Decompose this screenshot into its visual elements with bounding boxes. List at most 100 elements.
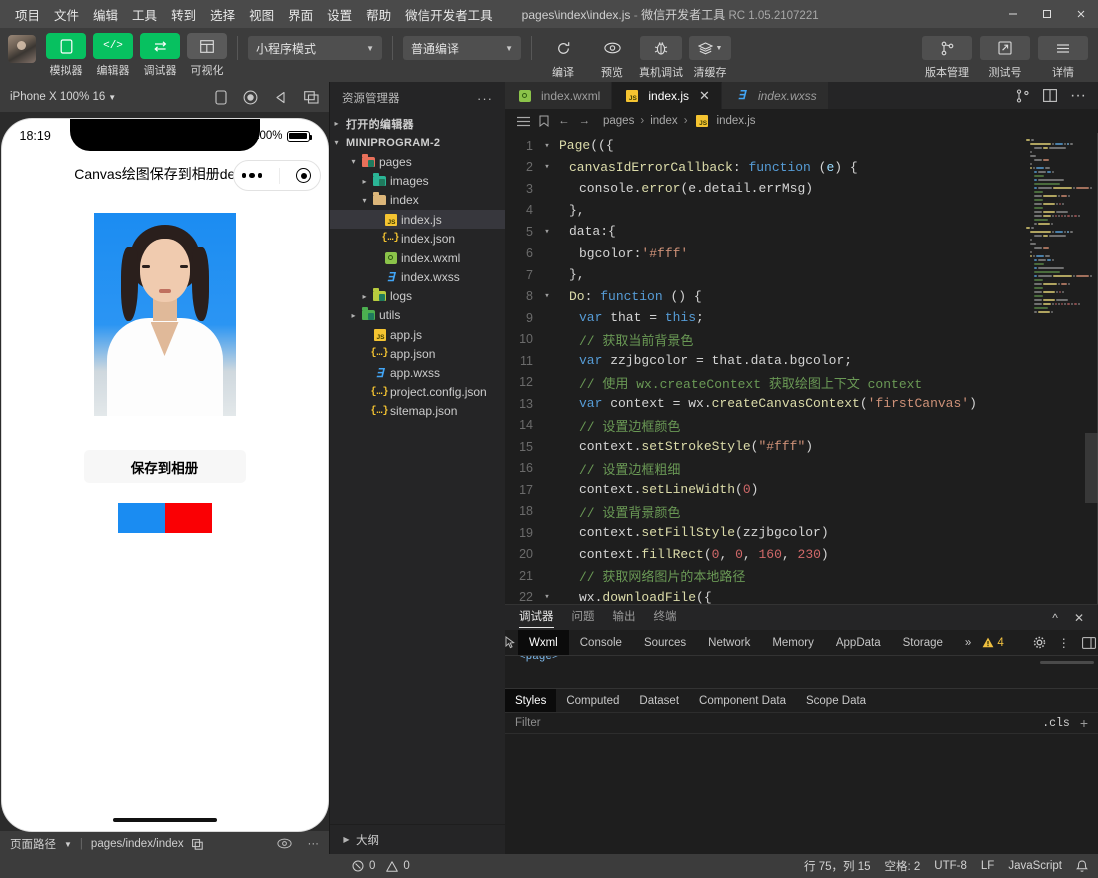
menu-item-5[interactable]: 选择: [203, 1, 242, 28]
toolbar-button-模拟器[interactable]: 模拟器: [46, 33, 86, 78]
more-icon[interactable]: [241, 172, 263, 179]
compare-icon[interactable]: [1016, 88, 1030, 103]
code-line-5[interactable]: 5 ▾ data:{: [505, 221, 1098, 243]
disclosure-icon[interactable]: ▸: [358, 292, 371, 301]
bell-icon[interactable]: [1076, 859, 1088, 873]
code-line-3[interactable]: 3 console.error(e.detail.errMsg): [505, 178, 1098, 200]
compile-select[interactable]: 普通编译 ▼: [403, 36, 521, 60]
nav-forward-icon[interactable]: →: [579, 115, 591, 127]
code-line-15[interactable]: 15 context.setStrokeStyle("#fff"): [505, 436, 1098, 458]
disclosure-icon[interactable]: ▸: [330, 119, 343, 128]
settings-gear-icon[interactable]: [1033, 636, 1046, 649]
explorer-more-icon[interactable]: ···: [477, 91, 493, 106]
capsule-buttons[interactable]: [232, 160, 321, 191]
editor-tab-index.wxss[interactable]: ∃ index.wxss: [721, 82, 829, 109]
toolbar-action-清缓存[interactable]: ▼ 清缓存: [689, 33, 731, 80]
menu-item-10[interactable]: 微信开发者工具: [398, 1, 500, 28]
disclosure-icon[interactable]: ▸: [347, 311, 360, 320]
styles-tab-Dataset[interactable]: Dataset: [629, 689, 689, 712]
devtools-tab-Network[interactable]: Network: [697, 630, 761, 655]
explorer-item-index[interactable]: ▾ index: [330, 191, 505, 210]
menu-item-4[interactable]: 转到: [164, 1, 203, 28]
explorer-item-index.js[interactable]: JS index.js: [330, 209, 505, 230]
devtools-overflow[interactable]: »: [954, 630, 982, 655]
window-icon[interactable]: [304, 90, 319, 104]
save-to-album-button[interactable]: 保存到相册: [83, 450, 246, 483]
breadcrumb-item-index[interactable]: index: [650, 115, 678, 127]
menu-item-1[interactable]: 文件: [47, 1, 86, 28]
code-line-14[interactable]: 14 // 设置边框颜色: [505, 415, 1098, 437]
inspect-element-icon[interactable]: [505, 630, 518, 655]
problems-indicator[interactable]: 0 0: [340, 860, 410, 872]
code-line-12[interactable]: 12 // 使用 wx.createContext 获取绘图上下文 context: [505, 372, 1098, 394]
explorer-item-project.config.json[interactable]: {…} project.config.json: [330, 383, 505, 402]
warning-badge[interactable]: 4: [982, 637, 1004, 649]
nav-back-icon[interactable]: ←: [558, 115, 570, 127]
styles-tab-Styles[interactable]: Styles: [505, 689, 557, 712]
bookmark-icon[interactable]: [539, 115, 549, 127]
code-line-16[interactable]: 16 // 设置边框粗细: [505, 458, 1098, 480]
devtools-tab-AppData[interactable]: AppData: [825, 630, 892, 655]
user-avatar[interactable]: [8, 35, 36, 63]
code-line-18[interactable]: 18 // 设置背景颜色: [505, 501, 1098, 523]
breadcrumb-item-index.js[interactable]: JS index.js: [694, 115, 756, 127]
code-line-17[interactable]: 17 context.setLineWidth(0): [505, 479, 1098, 501]
toolbar-button-编辑器[interactable]: </> 编辑器: [93, 33, 133, 78]
toolbar-action-预览[interactable]: 预览: [591, 33, 633, 80]
devtools-more-icon[interactable]: ⋮: [1058, 636, 1070, 650]
devtools-tab-Storage[interactable]: Storage: [892, 630, 954, 655]
minimize-button[interactable]: [996, 0, 1030, 28]
explorer-section-0[interactable]: ▸ 打开的编辑器: [330, 114, 505, 133]
explorer-section-1[interactable]: ▾ MINIPROGRAM-2: [330, 133, 505, 152]
explorer-item-utils[interactable]: ▸ utils: [330, 306, 505, 325]
cls-button[interactable]: .cls: [1042, 717, 1070, 730]
code-line-4[interactable]: 4},: [505, 200, 1098, 222]
mode-select[interactable]: 小程序模式 ▼: [248, 36, 382, 60]
outline-section[interactable]: ▶ 大纲: [330, 824, 505, 854]
indentation[interactable]: 空格: 2: [885, 858, 921, 874]
code-line-13[interactable]: 13 var context = wx.createCanvasContext('…: [505, 393, 1098, 415]
styles-tab-Component-Data[interactable]: Component Data: [689, 689, 796, 712]
breadcrumb-item-pages[interactable]: pages: [603, 115, 634, 127]
more-options-icon[interactable]: ···: [308, 838, 320, 850]
debug-panel-tab-终端[interactable]: 终端: [654, 608, 677, 627]
disclosure-icon[interactable]: ▾: [358, 196, 371, 205]
blue-swatch[interactable]: [117, 503, 165, 533]
fold-icon[interactable]: ▾: [539, 162, 555, 172]
fold-icon[interactable]: ▾: [539, 227, 555, 237]
editor-tab-index.wxml[interactable]: index.wxml: [505, 82, 613, 109]
devtools-tab-Wxml[interactable]: Wxml: [518, 630, 569, 655]
explorer-item-app.wxss[interactable]: ∃ app.wxss: [330, 363, 505, 382]
toolbar-right-测试号[interactable]: 测试号: [980, 33, 1030, 80]
debug-panel-tab-输出[interactable]: 输出: [613, 608, 636, 627]
dom-root-node[interactable]: <page>: [505, 656, 1098, 663]
menu-item-8[interactable]: 设置: [320, 1, 359, 28]
explorer-item-sitemap.json[interactable]: {…} sitemap.json: [330, 402, 505, 421]
menu-item-0[interactable]: 项目: [8, 1, 47, 28]
disclosure-icon[interactable]: ▾: [330, 138, 343, 147]
toolbar-right-版本管理[interactable]: 版本管理: [922, 33, 972, 80]
toolbar-right-详情[interactable]: 详情: [1038, 33, 1088, 80]
volume-icon[interactable]: [274, 91, 288, 104]
code-line-10[interactable]: 10 // 获取当前背景色: [505, 329, 1098, 351]
explorer-item-images[interactable]: ▸ images: [330, 172, 505, 191]
styles-tab-Computed[interactable]: Computed: [556, 689, 629, 712]
rotate-icon[interactable]: [215, 89, 227, 105]
fold-icon[interactable]: ▾: [539, 592, 555, 602]
explorer-item-app.js[interactable]: JS app.js: [330, 325, 505, 344]
maximize-button[interactable]: [1030, 0, 1064, 28]
explorer-item-index.wxml[interactable]: index.wxml: [330, 248, 505, 267]
code-line-7[interactable]: 7},: [505, 264, 1098, 286]
explorer-item-app.json[interactable]: {…} app.json: [330, 344, 505, 363]
record-icon[interactable]: [243, 90, 258, 105]
code-minimap[interactable]: [1020, 133, 1098, 604]
dock-icon[interactable]: [1081, 636, 1096, 649]
preview-eye-icon[interactable]: [276, 838, 292, 850]
devtools-tab-Sources[interactable]: Sources: [633, 630, 697, 655]
menu-item-6[interactable]: 视图: [242, 1, 281, 28]
device-selector[interactable]: iPhone X 100% 16 ▼: [10, 91, 116, 103]
explorer-item-index.wxss[interactable]: ∃ index.wxss: [330, 268, 505, 287]
code-line-1[interactable]: 1 ▾ Page(({: [505, 135, 1098, 157]
code-line-8[interactable]: 8 ▾ Do: function () {: [505, 286, 1098, 308]
copy-icon[interactable]: [191, 838, 203, 850]
